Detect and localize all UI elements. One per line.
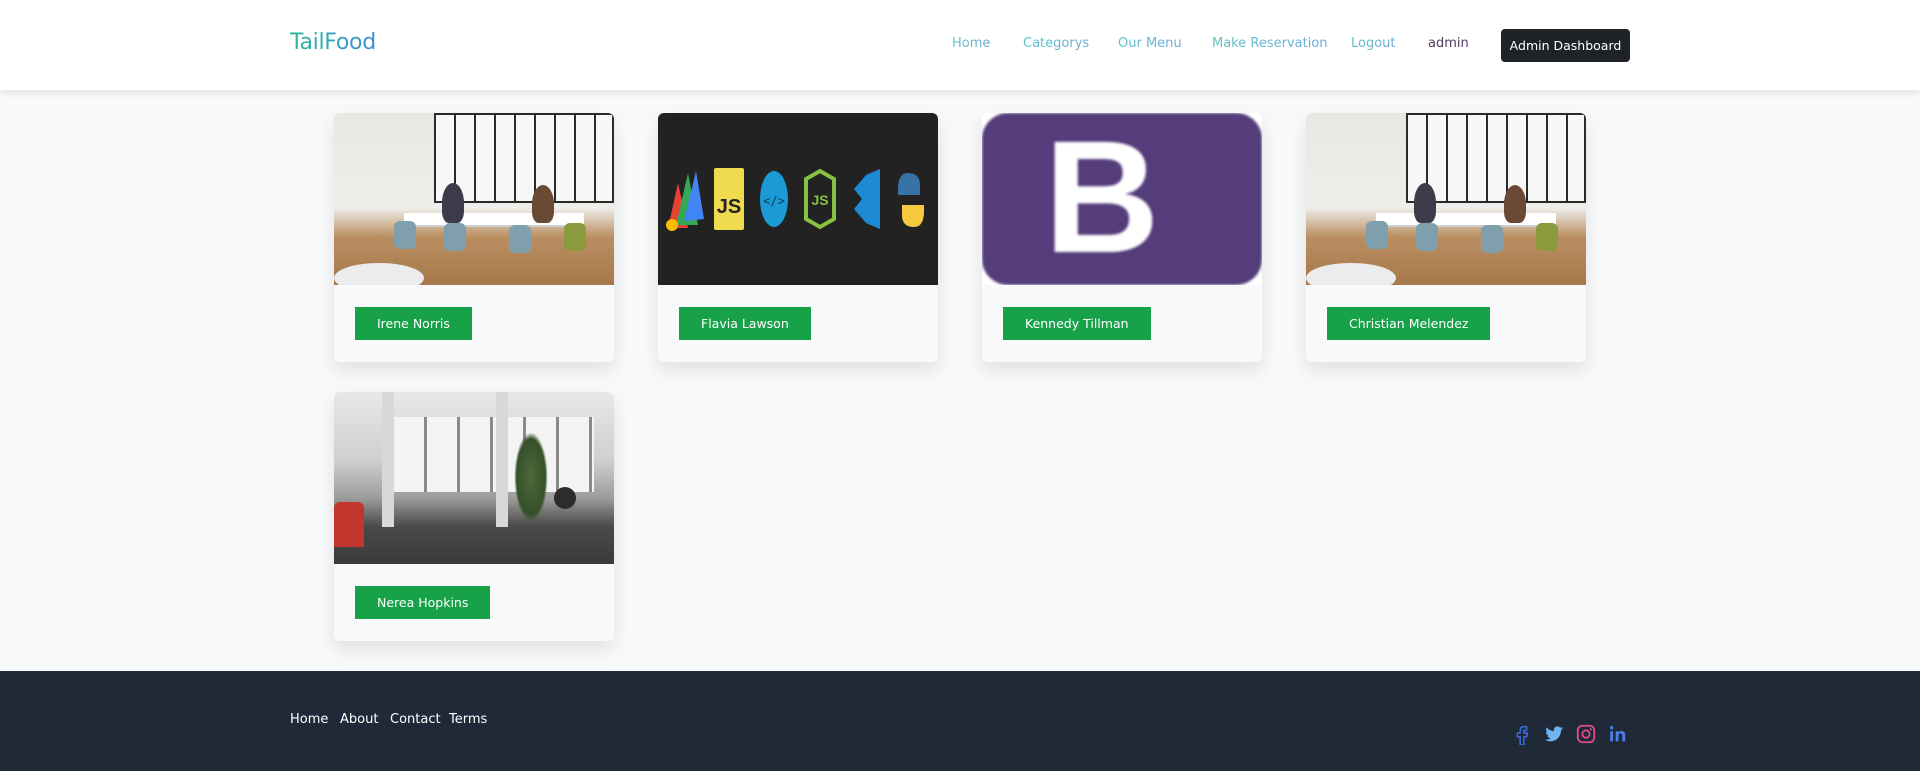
card-name-button[interactable]: Nerea Hopkins [355,586,491,619]
svg-text:JS: JS [811,192,828,208]
footer-link-home[interactable]: Home [290,712,328,727]
code-icons-graphic: JS </> JS [666,168,924,231]
bootstrap-logo: B [982,113,1262,285]
admin-dashboard-button[interactable]: Admin Dashboard [1501,29,1630,62]
card: JS </> JS Flavia Lawson [658,113,938,362]
current-user-name: admin [1428,36,1469,51]
footer-link-about[interactable]: About [340,712,378,727]
loft-office-photo [334,392,614,564]
site-footer: Home About Contact Terms [0,671,1920,771]
nav-categorys[interactable]: Categorys [1023,36,1089,51]
card: Nerea Hopkins [334,392,614,641]
nav-our-menu[interactable]: Our Menu [1118,36,1182,51]
card-name-button[interactable]: Kennedy Tillman [1003,307,1151,340]
card: Christian Melendez [1306,113,1586,362]
instagram-icon[interactable] [1575,723,1597,745]
card-name-button[interactable]: Christian Melendez [1327,307,1491,340]
site-logo[interactable]: TailFood [290,30,376,55]
card: B Kennedy Tillman [982,113,1262,362]
nav-home[interactable]: Home [952,36,990,51]
card-name-button[interactable]: Irene Norris [355,307,472,340]
footer-link-terms[interactable]: Terms [449,712,487,727]
code-icons-logo: JS </> JS [658,113,938,285]
twitter-icon[interactable] [1543,723,1565,745]
footer-link-contact[interactable]: Contact [390,712,441,727]
nav-logout[interactable]: Logout [1351,36,1396,51]
svg-text:JS: JS [717,196,741,218]
office-desk-photo [1306,113,1586,285]
nav-make-reservation[interactable]: Make Reservation [1212,36,1328,51]
facebook-icon[interactable] [1511,723,1533,745]
office-desk-photo [334,113,614,285]
linkedin-icon[interactable] [1607,723,1629,745]
card-name-button[interactable]: Flavia Lawson [679,307,811,340]
site-header: TailFood Home Categorys Our Menu Make Re… [0,0,1920,90]
card: Irene Norris [334,113,614,362]
svg-text:</>: </> [763,194,785,208]
